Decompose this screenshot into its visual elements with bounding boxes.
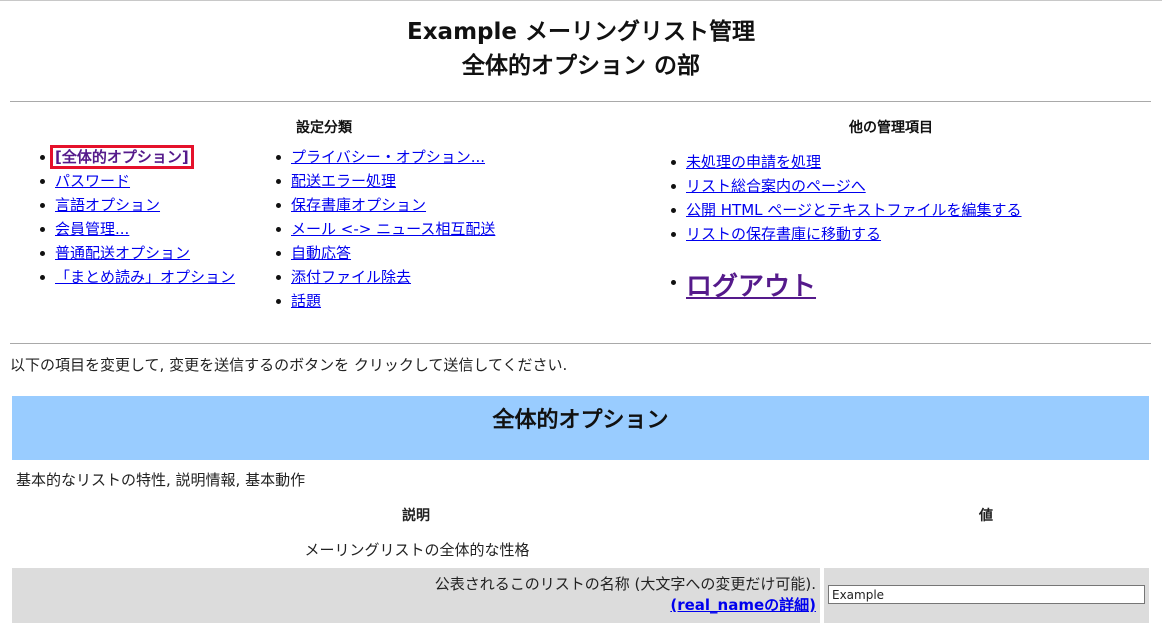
option-row-value: Example [824,568,1149,623]
other-admin-list: 未処理の申請を処理 リスト総合案内のページへ 公開 HTML ページとテキストフ… [667,150,1022,246]
category-item: 配送エラー処理 [272,169,495,193]
logout-link[interactable]: ログアウト [686,272,816,302]
category-item: 会員管理... [36,217,235,241]
category-item: パスワード [36,169,235,193]
section-title: 全体的オプション [492,408,669,433]
category-link-digest[interactable]: 「まとめ読み」オプション [55,268,235,286]
other-admin-item: リストの保存書庫に移動する [667,222,1022,246]
category-link-bounce[interactable]: 配送エラー処理 [291,172,396,190]
category-item: 「まとめ読み」オプション [36,265,235,289]
category-link-contentfilter[interactable]: 添付ファイル除去 [291,268,411,286]
link-pending-requests[interactable]: 未処理の申請を処理 [686,153,821,171]
category-link-general[interactable]: [全体的オプション] [50,145,194,169]
section-subtitle: 基本的なリストの特性, 説明情報, 基本動作 [16,471,306,489]
top-border [0,0,1162,1]
other-admin-item: 未処理の申請を処理 [667,150,1022,174]
category-link-privacy[interactable]: プライバシー・オプション... [291,148,485,166]
other-admin-heading: 他の管理項目 [849,120,933,136]
link-archives[interactable]: リストの保存書庫に移動する [686,225,881,243]
other-admin-item: 公開 HTML ページとテキストファイルを編集する [667,198,1022,222]
category-link-autoreply[interactable]: 自動応答 [291,244,351,262]
group-title: メーリングリストの全体的な性格 [304,541,530,559]
instructions-text: 以下の項目を変更して, 変更を送信するのボタンを クリックして送信してください. [10,356,568,374]
page-subtitle: 全体的オプション の部 [461,53,700,79]
section-header: 全体的オプション [12,396,1149,460]
divider-bottom [10,343,1151,344]
divider-top [10,101,1151,102]
category-item: 普通配送オプション [36,241,235,265]
category-item: プライバシー・オプション... [272,145,495,169]
category-item: 話題 [272,289,495,313]
category-link-nondigest[interactable]: 普通配送オプション [55,244,190,262]
category-item: [全体的オプション] [36,145,235,169]
option-description: 公表されるこのリストの名称 (大文字への変更だけ可能). (real_nameの… [435,574,816,616]
category-link-gateway[interactable]: メール <-> ニュース相互配送 [291,220,495,238]
option-row-description: 公表されるこのリストの名称 (大文字への変更だけ可能). (real_nameの… [12,568,820,623]
real-name-input[interactable]: Example [828,585,1145,604]
category-link-topics[interactable]: 話題 [291,292,321,310]
link-edit-html[interactable]: 公開 HTML ページとテキストファイルを編集する [686,201,1022,219]
category-item: メール <-> ニュース相互配送 [272,217,495,241]
logout-list: ログアウト [667,270,816,304]
column-header-value: 値 [979,508,993,524]
category-link-archive[interactable]: 保存書庫オプション [291,196,426,214]
category-item: 添付ファイル除去 [272,265,495,289]
category-link-password[interactable]: パスワード [55,172,130,190]
category-item: 自動応答 [272,241,495,265]
category-link-language[interactable]: 言語オプション [55,196,160,214]
category-link-members[interactable]: 会員管理... [55,220,129,238]
category-item: 言語オプション [36,193,235,217]
page-title: Example メーリングリスト管理 [407,19,755,45]
category-item: 保存書庫オプション [272,193,495,217]
category-list-2: プライバシー・オプション... 配送エラー処理 保存書庫オプション メール <-… [272,145,495,313]
categories-heading: 設定分類 [296,120,352,136]
real-name-label: 公表されるこのリストの名称 (大文字への変更だけ可能). [434,575,816,593]
link-listinfo[interactable]: リスト総合案内のページへ [686,177,866,195]
logout-item: ログアウト [667,270,816,304]
other-admin-item: リスト総合案内のページへ [667,174,1022,198]
category-list-1: [全体的オプション] パスワード 言語オプション 会員管理... 普通配送オプシ… [36,145,235,289]
real-name-details-link[interactable]: (real_nameの詳細) [670,596,816,614]
column-header-description: 説明 [402,508,430,524]
